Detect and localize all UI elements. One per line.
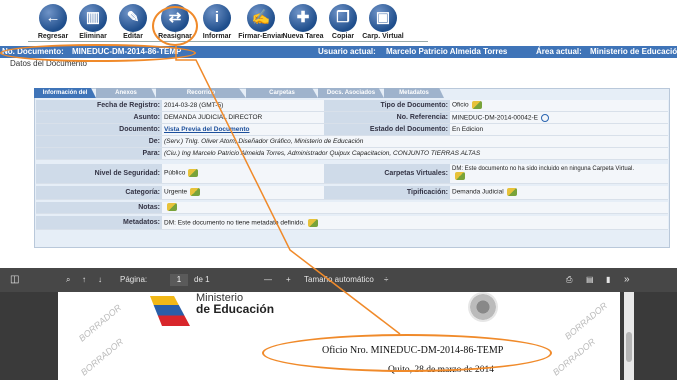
field-row: Metadatos: DM: Este documento no tiene m… xyxy=(36,216,668,230)
tab-route[interactable]: Recorrido xyxy=(156,88,246,98)
field-row: Asunto: DEMANDA JUDICIAL DIRECTOR No. Re… xyxy=(36,112,668,124)
zoom-in-button[interactable]: + xyxy=(286,268,291,292)
current-user-value: Marcelo Patricio Almeida Torres xyxy=(386,47,508,56)
scrollbar-thumb[interactable] xyxy=(626,332,632,362)
reference-number-value: MINEDUC-DM-2014-00042-E xyxy=(452,114,549,122)
current-area-value: Ministerio de Educación xyxy=(590,47,677,56)
copy-icon: ❐ xyxy=(329,4,357,32)
field-row: Nivel de Seguridad: Público Carpetas Vir… xyxy=(36,164,668,184)
toolbar: ← Regresar ▥ Eliminar ✎ Editar ⇄ Reasign… xyxy=(0,0,677,44)
field-row: De: (Serv.) Tnlg. Oliver Atom, Diseñador… xyxy=(36,136,668,148)
sign-send-button[interactable]: ✍ Firmar-Enviar xyxy=(238,2,284,42)
field-row: Fecha de Registro: 2014-03-28 (GMT-5) Ti… xyxy=(36,100,668,112)
field-row: Para: (Ciu.) Ing Marcelo Patricio Almeid… xyxy=(36,148,668,160)
security-level-value: Público xyxy=(164,169,199,177)
document-label: Documento: xyxy=(119,126,160,133)
trash-icon: ▥ xyxy=(79,4,107,32)
tab-document-info[interactable]: Información del Docu... xyxy=(34,88,96,98)
field-row: Categoría: Urgente Tipificación: Demanda… xyxy=(36,186,668,200)
edit-pencil-icon[interactable] xyxy=(190,188,201,196)
document-type-value: Oficio xyxy=(452,101,482,109)
category-label: Categoría: xyxy=(125,189,160,196)
highlight-oficio-oval xyxy=(262,334,552,372)
document-status-value: En Edicion xyxy=(452,126,484,133)
inform-button-label: Informar xyxy=(202,33,232,40)
bookmark-icon[interactable]: ▮ xyxy=(606,268,610,292)
back-arrow-icon: ← xyxy=(39,4,67,32)
edit-pencil-icon[interactable] xyxy=(188,169,199,177)
zoom-select[interactable]: Tamaño automático xyxy=(304,268,374,292)
tab-metadata[interactable]: Metadatos xyxy=(384,88,444,98)
tab-attachments[interactable]: Anexos xyxy=(96,88,156,98)
search-icon[interactable]: ⌕ xyxy=(66,268,70,292)
search-icon[interactable] xyxy=(540,114,549,122)
document-status-label: Estado del Documento: xyxy=(369,126,448,133)
virtual-folder-button[interactable]: ▣ Carp. Virtual xyxy=(360,2,406,42)
print-icon[interactable]: ⎙ xyxy=(566,268,572,292)
tab-associated-docs[interactable]: Docs. Asociados xyxy=(318,88,384,98)
next-page-icon[interactable]: ↓ xyxy=(98,268,102,292)
document-preview-link[interactable]: Vista Previa del Documento xyxy=(164,126,250,133)
to-value: (Ciu.) Ing Marcelo Patricio Almeida Torr… xyxy=(164,150,481,157)
typification-value: Demanda Judicial xyxy=(452,188,517,196)
page-number-input[interactable]: 1 xyxy=(170,274,188,286)
info-icon: i xyxy=(203,4,231,32)
metadata-label: Metadatos: xyxy=(123,219,160,226)
new-task-icon: ✚ xyxy=(289,4,317,32)
highlight-reassign-circle xyxy=(152,6,198,46)
metadata-value: DM: Este documento no tiene metadato def… xyxy=(164,219,318,227)
page-label: Página: xyxy=(120,275,148,284)
document-type-label: Tipo de Documento: xyxy=(380,102,448,109)
pdf-scrollbar[interactable] xyxy=(624,292,634,380)
security-level-label: Nivel de Seguridad: xyxy=(94,170,160,177)
viewer-margin xyxy=(634,292,677,380)
more-tools-icon[interactable]: » xyxy=(624,268,630,292)
from-label: De: xyxy=(148,138,160,145)
sign-send-icon: ✍ xyxy=(247,4,275,32)
toolbar-divider xyxy=(28,41,428,42)
notes-label: Notas: xyxy=(138,204,160,211)
coat-of-arms-icon xyxy=(468,292,498,322)
edit-button[interactable]: ✎ Editar xyxy=(110,2,156,42)
to-label: Para: xyxy=(142,150,160,157)
edit-pencil-icon[interactable] xyxy=(471,101,482,109)
edit-pencil-icon[interactable] xyxy=(455,172,465,180)
pdf-viewer-toolbar: ◫ ⌕ ↑ ↓ Página: 1 de 1 — + Tamaño automá… xyxy=(0,268,677,292)
tab-folders[interactable]: Carpetas xyxy=(246,88,318,98)
zoom-caret-icon[interactable]: ÷ xyxy=(384,268,388,292)
highlight-document-number-oval xyxy=(0,44,196,62)
registration-date-label: Fecha de Registro: xyxy=(96,102,160,109)
edit-button-label: Editar xyxy=(123,33,143,40)
registration-date-value: 2014-03-28 (GMT-5) xyxy=(164,102,224,109)
virtual-folder-icon: ▣ xyxy=(369,4,397,32)
virtual-folders-value: DM: Este documento no ha sido incluido e… xyxy=(452,166,634,180)
sign-send-button-label: Firmar-Enviar xyxy=(238,33,284,40)
edit-pencil-icon[interactable] xyxy=(307,219,318,227)
edit-pencil-icon[interactable] xyxy=(167,203,177,211)
field-row: Documento: Vista Previa del Documento Es… xyxy=(36,124,668,136)
reference-number-label: No. Referencia: xyxy=(396,114,448,121)
subject-label: Asunto: xyxy=(133,114,160,121)
virtual-folders-label: Carpetas Virtuales: xyxy=(384,170,448,177)
page-total: de 1 xyxy=(194,275,210,284)
typification-label: Tipificación: xyxy=(406,189,448,196)
edit-icon: ✎ xyxy=(119,4,147,32)
virtual-folder-button-label: Carp. Virtual xyxy=(362,33,404,40)
field-row: Notas: xyxy=(36,202,668,214)
inform-button[interactable]: i Informar xyxy=(194,2,240,42)
download-icon[interactable]: ▤ xyxy=(586,268,594,292)
edit-pencil-icon[interactable] xyxy=(506,188,517,196)
subject-value: DEMANDA JUDICIAL DIRECTOR xyxy=(164,114,263,121)
zoom-out-button[interactable]: — xyxy=(264,268,272,292)
current-user-label: Usuario actual: xyxy=(318,47,376,56)
sidebar-toggle-icon[interactable]: ◫ xyxy=(10,268,19,292)
from-value: (Serv.) Tnlg. Oliver Atom, Diseñador Grá… xyxy=(164,138,364,145)
current-area-label: Área actual: xyxy=(536,47,582,56)
category-value: Urgente xyxy=(164,188,201,196)
previous-page-icon[interactable]: ↑ xyxy=(82,268,86,292)
ministry-name-line2: de Educación xyxy=(196,302,275,316)
notes-value xyxy=(164,203,177,211)
